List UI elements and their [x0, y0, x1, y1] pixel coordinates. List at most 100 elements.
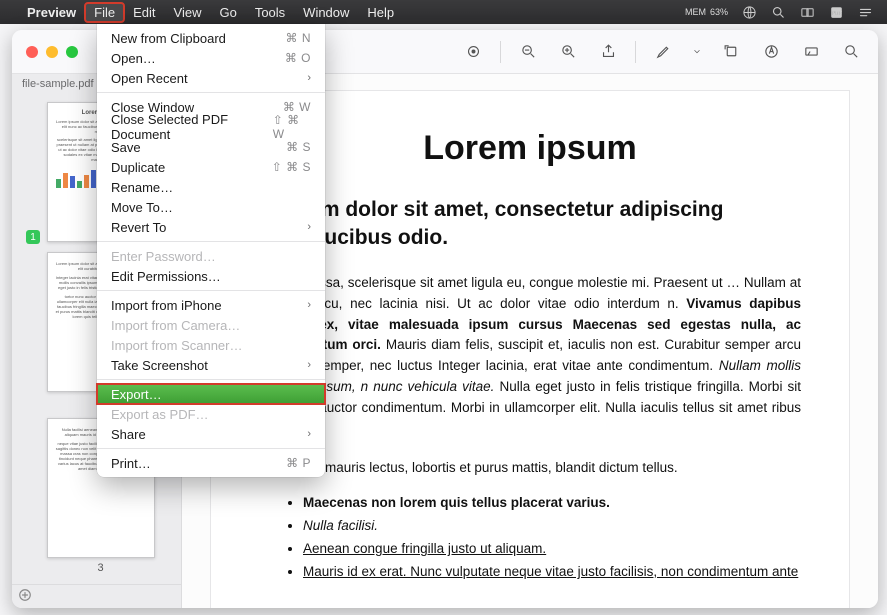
menu-item-print[interactable]: Print… ⌘ P [97, 453, 325, 473]
menu-edit[interactable]: Edit [124, 3, 164, 22]
sidebar-add-button[interactable] [12, 584, 181, 608]
menu-item-shortcut: ⇧ ⌘ S [272, 160, 311, 174]
menu-go[interactable]: Go [210, 3, 245, 22]
zoom-out-button[interactable] [511, 38, 545, 66]
menu-item-rename[interactable]: Rename… [97, 177, 325, 197]
window-status-icon[interactable] [800, 5, 815, 20]
menu-item-label: Edit Permissions… [111, 269, 221, 284]
menu-item-import-from-iphone[interactable]: Import from iPhone › [97, 295, 325, 315]
macos-menubar: Preview File Edit View Go Tools Window H… [0, 0, 887, 24]
menu-item-label: Open Recent [111, 71, 188, 86]
menu-separator [97, 290, 325, 291]
menu-item-shortcut: ⌘ W [283, 100, 311, 114]
menu-item-label: New from Clipboard [111, 31, 226, 46]
page-lead: Maecenas mauris lectus, lobortis et puru… [259, 458, 801, 479]
view-options-button[interactable] [456, 38, 490, 66]
menu-item-save[interactable]: Save ⌘ S [97, 137, 325, 157]
menu-item-export[interactable]: Export… [97, 384, 325, 404]
page-paragraph: neque massa, scelerisque sit amet ligula… [259, 273, 801, 440]
menu-item-label: Import from Camera… [111, 318, 240, 333]
traffic-lights [22, 46, 78, 58]
highlight-button[interactable] [646, 38, 680, 66]
menu-item-label: Save [111, 140, 141, 155]
menu-item-edit-permissions[interactable]: Edit Permissions… [97, 266, 325, 286]
submenu-chevron-icon: › [307, 359, 311, 371]
menu-item-open[interactable]: Open… ⌘ O [97, 48, 325, 68]
submenu-chevron-icon: › [307, 221, 311, 233]
menu-window[interactable]: Window [294, 3, 358, 22]
zoom-in-button[interactable] [551, 38, 585, 66]
menu-item-open-recent[interactable]: Open Recent › [97, 68, 325, 88]
memory-indicator[interactable]: MEM63% [685, 8, 728, 17]
submenu-chevron-icon: › [307, 299, 311, 311]
menubar-left: Preview File Edit View Go Tools Window H… [8, 3, 403, 22]
menu-item-label: Move To… [111, 200, 173, 215]
menu-item-revert-to[interactable]: Revert To › [97, 217, 325, 237]
menu-help[interactable]: Help [358, 3, 403, 22]
menu-file[interactable]: File [85, 3, 124, 22]
submenu-chevron-icon: › [307, 72, 311, 84]
menu-tools[interactable]: Tools [246, 3, 294, 22]
menu-separator [97, 379, 325, 380]
menu-item-take-screenshot[interactable]: Take Screenshot › [97, 355, 325, 375]
menu-item-export-as-pdf: Export as PDF… [97, 404, 325, 424]
page-badge: 1 [26, 230, 40, 244]
app-menu[interactable]: Preview [18, 3, 85, 22]
menu-item-close-selected-pdf-document[interactable]: Close Selected PDF Document⇧ ⌘ W [97, 117, 325, 137]
submenu-chevron-icon: › [307, 428, 311, 440]
rotate-button[interactable] [714, 38, 748, 66]
share-button[interactable] [591, 38, 625, 66]
menu-separator [97, 241, 325, 242]
menu-item-shortcut: ⌘ N [286, 31, 312, 45]
menu-item-import-from-scanner: Import from Scanner… [97, 335, 325, 355]
page-title: Lorem ipsum [259, 129, 801, 168]
language-status-icon[interactable] [742, 5, 757, 20]
menu-item-shortcut: ⌘ O [285, 51, 311, 65]
minimize-window-button[interactable] [46, 46, 58, 58]
menu-item-enter-password: Enter Password… [97, 246, 325, 266]
list-item: Maecenas non lorem quis tellus placerat … [303, 495, 801, 510]
search-button[interactable] [834, 38, 868, 66]
menu-item-label: Print… [111, 456, 151, 471]
menubar-right: MEM63% PDF [685, 5, 879, 20]
highlight-menu-button[interactable] [686, 38, 708, 66]
pdf-status-icon[interactable]: PDF [829, 5, 844, 20]
page-bullet-list: Maecenas non lorem quis tellus placerat … [259, 495, 801, 579]
list-item: Nulla facilisi. [303, 518, 801, 533]
menu-item-label: Take Screenshot [111, 358, 208, 373]
zoom-window-button[interactable] [66, 46, 78, 58]
menu-item-label: Rename… [111, 180, 173, 195]
list-item: Aenean congue fringilla justo ut aliquam… [303, 541, 801, 556]
menu-separator [97, 448, 325, 449]
svg-text:PDF: PDF [832, 11, 842, 17]
form-fill-button[interactable] [794, 38, 828, 66]
close-window-button[interactable] [26, 46, 38, 58]
toolbar-separator [500, 41, 501, 63]
menu-item-label: Export as PDF… [111, 407, 209, 422]
menu-item-duplicate[interactable]: Duplicate ⇧ ⌘ S [97, 157, 325, 177]
list-item: Mauris id ex erat. Nunc vulputate neque … [303, 564, 801, 579]
menu-item-import-from-camera: Import from Camera… [97, 315, 325, 335]
menu-item-label: Export… [111, 387, 162, 402]
menu-view[interactable]: View [165, 3, 211, 22]
menu-separator [97, 92, 325, 93]
menu-item-shortcut: ⌘ P [286, 456, 311, 470]
menu-item-label: Revert To [111, 220, 166, 235]
menu-item-label: Import from iPhone [111, 298, 222, 313]
menu-item-label: Duplicate [111, 160, 165, 175]
menubar-extra-icon[interactable] [858, 5, 873, 20]
markup-button[interactable] [754, 38, 788, 66]
toolbar-separator [635, 41, 636, 63]
menu-item-label: Open… [111, 51, 156, 66]
menu-item-label: Import from Scanner… [111, 338, 243, 353]
menu-item-share[interactable]: Share › [97, 424, 325, 444]
search-status-icon[interactable] [771, 5, 786, 20]
menu-item-label: Share [111, 427, 146, 442]
window-toolbar [456, 38, 868, 66]
thumbnail-number: 3 [40, 562, 161, 574]
menu-item-move-to[interactable]: Move To… [97, 197, 325, 217]
menu-item-new-from-clipboard[interactable]: New from Clipboard ⌘ N [97, 28, 325, 48]
file-menu-dropdown: New from Clipboard ⌘ N Open… ⌘ O Open Recent… [97, 24, 325, 477]
menu-item-shortcut: ⌘ S [286, 140, 311, 154]
page-subtitle: n ipsum dolor sit amet, consectetur adip… [259, 196, 801, 253]
